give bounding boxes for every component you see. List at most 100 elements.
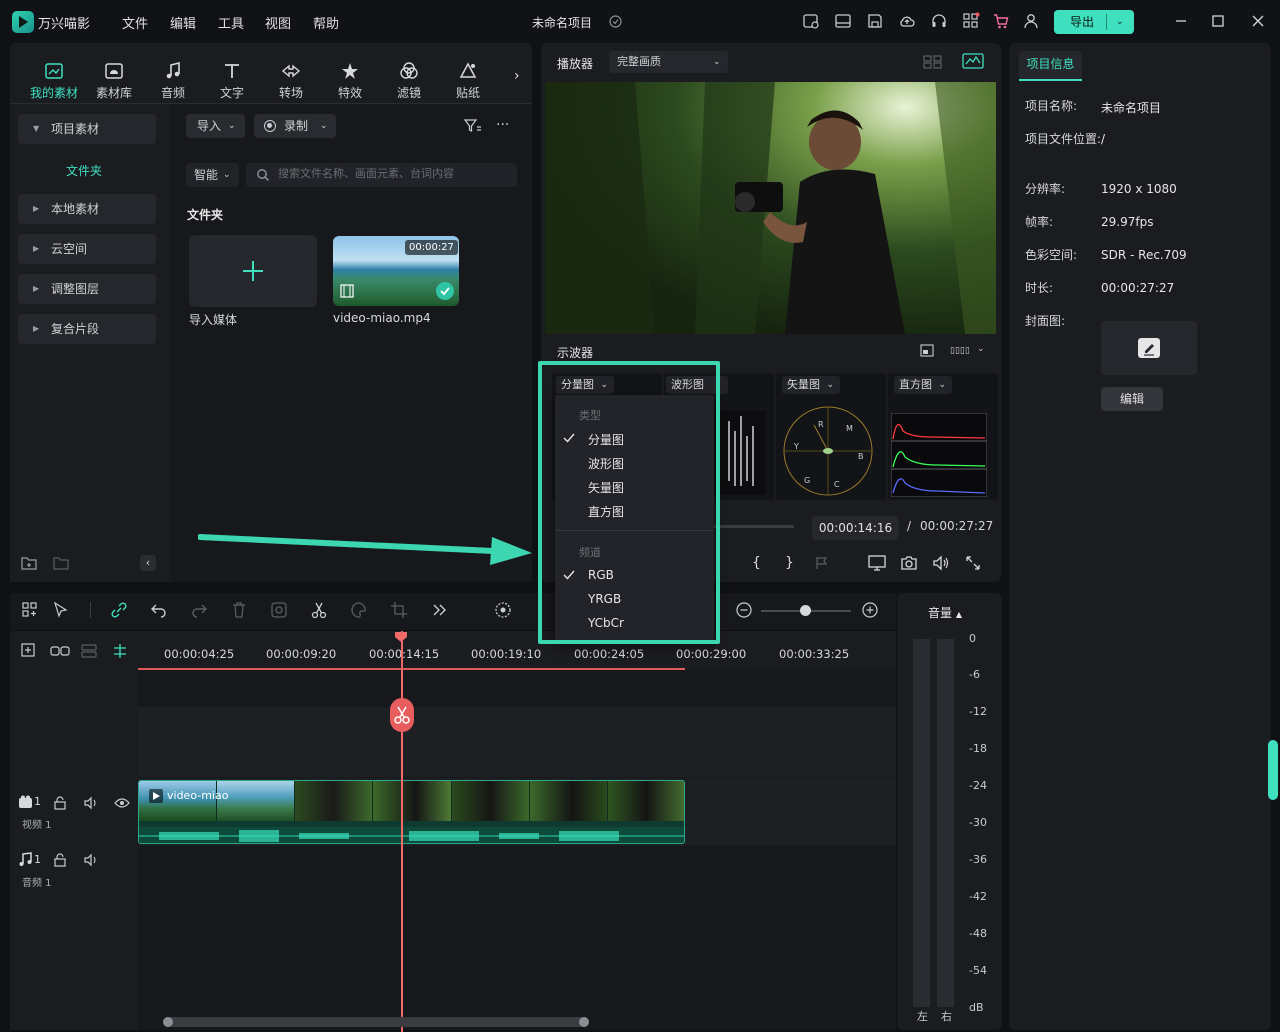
snapshot-icon[interactable] (900, 555, 918, 571)
more-options-icon[interactable]: ··· (496, 118, 512, 134)
split-scissors-icon[interactable] (310, 601, 328, 619)
playhead-handle-icon[interactable] (394, 631, 408, 643)
color-palette-icon[interactable] (350, 601, 368, 619)
scope-toggle-icon[interactable] (962, 53, 984, 69)
menu-tools[interactable]: 工具 (218, 13, 244, 32)
tab-project-info[interactable]: 项目信息 (1019, 51, 1082, 81)
select-tool-icon[interactable] (52, 601, 70, 619)
record-dropdown[interactable]: 录制 ⌄ (254, 114, 336, 138)
new-folder-icon[interactable] (20, 555, 38, 571)
menu-file[interactable]: 文件 (122, 13, 148, 32)
lock-icon[interactable] (53, 853, 67, 867)
playhead[interactable] (401, 631, 403, 1032)
zoom-slider-handle[interactable] (800, 605, 811, 616)
mute-icon[interactable] (84, 853, 99, 867)
media-settings-icon[interactable] (802, 12, 820, 30)
user-icon[interactable] (1022, 12, 1040, 30)
scope-histogram-selector[interactable]: 直方图 ⌄ (894, 376, 952, 394)
layout-icon[interactable] (834, 12, 852, 30)
menu-help[interactable]: 帮助 (313, 13, 339, 32)
cloud-upload-icon[interactable] (898, 12, 916, 30)
tree-item-adjustment-layer[interactable]: ▶ 调整图层 (18, 274, 156, 304)
quality-dropdown[interactable]: 完整画质 ⌄ (609, 51, 728, 73)
chevron-down-icon[interactable]: ⌄ (1116, 10, 1124, 34)
mark-in-icon[interactable]: { (752, 555, 761, 571)
link-tracks-icon[interactable] (50, 643, 70, 659)
mark-out-icon[interactable]: } (785, 555, 794, 571)
tab-stickers[interactable]: 贴纸 (440, 60, 496, 101)
tabs-next-icon[interactable]: › (514, 68, 520, 84)
tab-my-media[interactable]: 我的素材 (26, 60, 82, 101)
tree-item-local-media[interactable]: ▶ 本地素材 (18, 194, 156, 224)
tab-audio[interactable]: 音频 (145, 60, 201, 101)
tab-effects[interactable]: 特效 (322, 60, 378, 101)
menu-view[interactable]: 视图 (265, 13, 291, 32)
audio-track[interactable] (138, 847, 896, 1027)
volume-icon[interactable] (932, 555, 950, 571)
current-time[interactable]: 00:00:14:16 (812, 516, 899, 540)
meter-title[interactable]: 音量 ▲ (928, 604, 962, 621)
cover-image[interactable] (1101, 321, 1197, 375)
tab-filters[interactable]: 滤镜 (381, 60, 437, 101)
playhead-scissors-icon[interactable] (390, 698, 414, 732)
maximize-icon[interactable] (1210, 13, 1226, 29)
mute-icon[interactable] (84, 796, 99, 810)
tree-item-compound-clip[interactable]: ▶ 复合片段 (18, 314, 156, 344)
crop-icon[interactable] (390, 601, 408, 619)
headset-icon[interactable] (930, 12, 948, 30)
minimize-icon[interactable] (1173, 13, 1189, 29)
more-tools-icon[interactable] (430, 601, 448, 619)
link-icon[interactable] (110, 601, 128, 619)
zoom-in-icon[interactable] (861, 601, 879, 619)
panel-scrollbar[interactable] (1268, 740, 1278, 800)
smart-dropdown[interactable]: 智能 ⌄ (186, 163, 239, 187)
cart-icon[interactable] (992, 12, 1010, 30)
grid-view-icon[interactable] (923, 55, 943, 69)
redo-icon[interactable] (190, 601, 208, 619)
tab-stock-media[interactable]: 素材库 (86, 60, 142, 101)
zoom-out-icon[interactable] (735, 601, 753, 619)
edit-button[interactable]: 编辑 (1101, 387, 1163, 411)
scope-vectorscope-card[interactable]: 矢量图 ⌄ R M B G C Y (776, 373, 886, 500)
tree-item-folder[interactable]: 文件夹 (66, 162, 102, 179)
track-manager-icon[interactable] (80, 643, 98, 659)
search-input[interactable] (278, 167, 508, 180)
lock-icon[interactable] (53, 796, 67, 810)
marker-icon[interactable] (815, 556, 829, 570)
tree-item-project-media[interactable]: ▼ 项目素材 (18, 114, 156, 144)
export-button[interactable]: 导出 ⌄ (1054, 10, 1134, 34)
display-icon[interactable] (868, 555, 886, 571)
fullscreen-icon[interactable] (965, 555, 981, 571)
folder-icon[interactable] (52, 555, 70, 571)
menu-edit[interactable]: 编辑 (170, 13, 196, 32)
tree-item-cloud[interactable]: ▶ 云空间 (18, 234, 156, 264)
search-box[interactable] (246, 163, 517, 187)
undo-icon[interactable] (150, 601, 168, 619)
video-clip[interactable]: video-miao (138, 780, 685, 844)
snap-icon[interactable] (111, 643, 129, 659)
import-dropdown[interactable]: 导入 ⌄ (186, 114, 245, 138)
eye-icon[interactable] (114, 797, 130, 809)
collapse-panel-icon[interactable]: ‹ (140, 555, 156, 571)
render-preview-icon[interactable] (494, 601, 512, 619)
video-preview[interactable] (545, 82, 996, 334)
add-track-icon[interactable] (21, 643, 38, 659)
tab-text[interactable]: 文字 (204, 60, 260, 101)
delete-icon[interactable] (230, 601, 248, 619)
empty-track[interactable] (138, 707, 896, 777)
filter-icon[interactable] (464, 118, 482, 134)
layout-switch-icon[interactable] (21, 601, 39, 619)
video-thumbnail[interactable]: 00:00:27 (333, 236, 459, 306)
chevron-down-icon[interactable]: ⌄ (977, 344, 985, 354)
ai-cutout-icon[interactable] (270, 601, 288, 619)
apps-grid-icon[interactable] (962, 12, 980, 30)
import-media-card[interactable] (189, 235, 317, 307)
scope-histogram-card[interactable]: 直方图 ⌄ (888, 373, 998, 500)
scope-count-icon[interactable]: ▯▯▯▯ (950, 346, 976, 356)
save-icon[interactable] (866, 12, 884, 30)
tab-transitions[interactable]: 转场 (263, 60, 319, 101)
timeline-scrollbar[interactable] (163, 1017, 589, 1027)
scope-vectorscope-selector[interactable]: 矢量图 ⌄ (782, 376, 840, 394)
scope-layout-icon[interactable] (920, 344, 934, 357)
close-icon[interactable] (1250, 13, 1266, 29)
